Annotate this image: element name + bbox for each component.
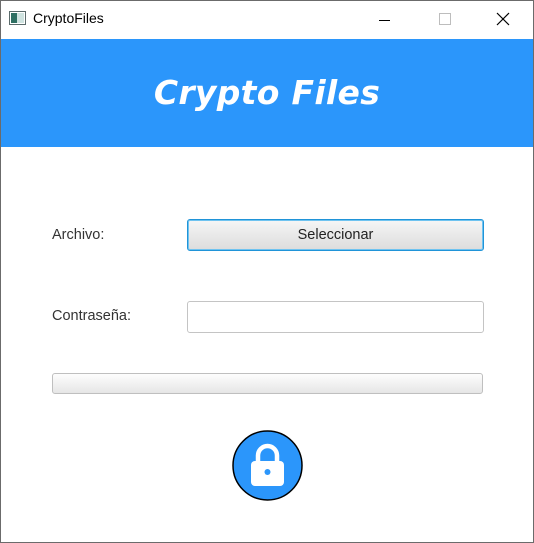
password-label: Contraseña: — [52, 308, 131, 324]
file-label: Archivo: — [52, 227, 105, 243]
lock-icon — [232, 430, 303, 501]
close-icon — [496, 12, 510, 26]
window-title: CryptoFiles — [33, 10, 104, 26]
password-input[interactable] — [187, 301, 484, 333]
app-window-icon — [9, 11, 26, 25]
close-button[interactable] — [480, 1, 526, 38]
minimize-button[interactable] — [361, 1, 407, 38]
maximize-button[interactable] — [421, 1, 467, 38]
title-bar[interactable]: CryptoFiles — [1, 1, 533, 38]
select-file-button[interactable]: Seleccionar — [187, 219, 484, 251]
minimize-icon — [379, 20, 390, 21]
maximize-icon — [439, 13, 451, 25]
header-banner: Crypto Files — [1, 39, 533, 147]
progress-bar — [52, 373, 483, 394]
encrypt-button[interactable] — [232, 430, 303, 501]
app-window: CryptoFiles Crypto Files Archivo: Selecc… — [0, 0, 534, 543]
app-heading: Crypto Files — [153, 73, 381, 112]
